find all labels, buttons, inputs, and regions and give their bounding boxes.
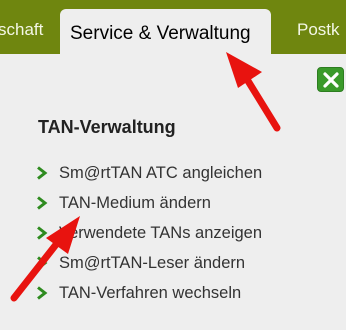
arrow-to-tab-icon	[226, 52, 281, 132]
annotation-arrows	[10, 52, 281, 302]
arrow-to-menu-item-icon	[10, 216, 80, 302]
